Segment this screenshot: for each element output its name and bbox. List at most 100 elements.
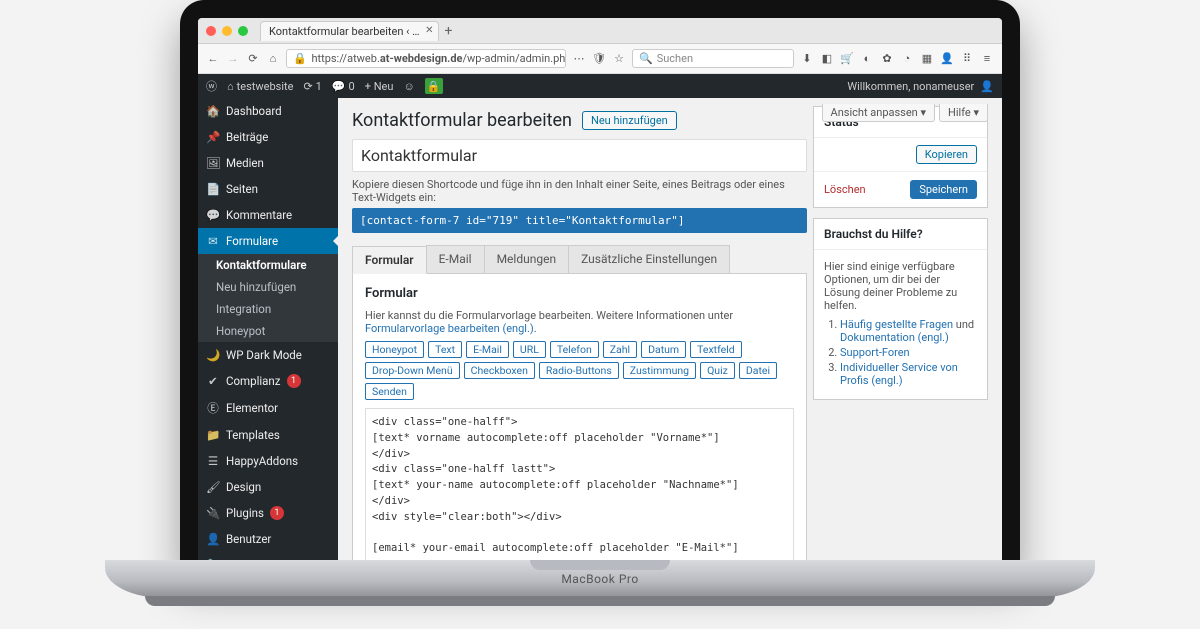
new-tab-button[interactable]: + [445,23,453,39]
site-link[interactable]: ⌂ testwebsite [227,80,293,93]
close-tab-icon[interactable]: ✕ [425,25,433,36]
menu-icon: 🖌 [206,480,220,494]
sidebar-item-complianz[interactable]: ✔Complianz1 [198,368,338,394]
search-bar[interactable]: 🔍 Suchen [632,49,794,68]
window-close-dot[interactable] [206,26,216,36]
sidebar-item-elementor[interactable]: ⒺElementor [198,394,338,422]
search-icon: 🔍 [639,52,653,65]
ext-icon[interactable]: 👤 [940,52,954,65]
reload-icon[interactable]: ⟳ [246,52,260,65]
menu-icon: ✔ [206,374,220,388]
adminbar-icon[interactable]: ☺ [403,80,414,93]
wp-logo-icon[interactable]: ⓦ [206,78,217,94]
menu-icon: 💬 [206,208,220,222]
form-tag-button[interactable]: Checkboxen [464,362,535,379]
menu-icon: ☰ [206,454,220,468]
shortcode-field[interactable]: [contact-form-7 id="719" title="Kontaktf… [352,208,807,233]
forward-icon[interactable]: → [226,52,240,65]
add-new-button[interactable]: Neu hinzufügen [582,111,677,130]
form-tag-button[interactable]: Textfeld [690,341,742,358]
sidebar-item-label: Formulare [226,234,278,248]
home-icon[interactable]: ⌂ [266,52,280,65]
welcome-text[interactable]: Willkommen, nonameuser [847,80,974,93]
sidebar-item-templates[interactable]: 📁Templates [198,422,338,448]
security-badge-icon[interactable]: 🔒 [425,78,443,94]
sidebar-item-seiten[interactable]: 📄Seiten [198,176,338,202]
avatar-icon[interactable]: 👤 [980,80,994,93]
sidebar-item-label: Beiträge [226,130,268,144]
ext-icon[interactable]: ◧ [820,52,834,65]
sidebar-item-label: Complianz [226,374,281,388]
form-tag-button[interactable]: Zustimmung [623,362,696,379]
back-icon[interactable]: ← [206,52,220,65]
updates-link[interactable]: ⟳ 1 [303,80,321,93]
sidebar-item-happyaddons[interactable]: ☰HappyAddons [198,448,338,474]
support-link[interactable]: Support-Foren [840,346,910,359]
form-tag-button[interactable]: Drop-Down Menü [365,362,460,379]
ext-icon[interactable]: ◔ [900,52,914,65]
ext-icon[interactable]: ◐ [860,52,874,65]
sidebar-item-kommentare[interactable]: 💬Kommentare [198,202,338,228]
form-tag-button[interactable]: Quiz [700,362,735,379]
sidebar-item-label: Seiten [226,182,258,196]
address-bar[interactable]: 🔒 https://atweb.at-webdesign.de/wp-admin… [286,49,566,68]
ext-icon[interactable]: ⬇ [800,52,814,65]
sidebar-subitem[interactable]: Neu hinzufügen [198,276,338,298]
form-tag-button[interactable]: Honeypot [365,341,424,358]
form-tag-button[interactable]: Datei [739,362,777,379]
form-title-input[interactable] [352,139,807,172]
window-minimize-dot[interactable] [222,26,232,36]
faq-link[interactable]: Häufig gestellte Fragen [840,318,953,331]
ext-icon[interactable]: 🛒 [840,52,854,65]
sidebar-item-plugins[interactable]: 🔌Plugins1 [198,500,338,526]
form-tag-button[interactable]: Datum [641,341,686,358]
help-tab-button[interactable]: Hilfe ▾ [939,104,988,122]
sidebar-item-label: Dashboard [226,104,282,118]
sidebar-subitem[interactable]: Kontaktformulare [198,254,338,276]
tab-zus-tzliche-einstellungen[interactable]: Zusätzliche Einstellungen [568,245,730,273]
browser-tab[interactable]: Kontaktformular bearbeiten ‹ … ✕ [260,21,439,41]
form-tag-button[interactable]: Radio-Buttons [539,362,619,379]
new-link[interactable]: + Neu [365,80,394,93]
copy-button[interactable]: Kopieren [916,145,977,164]
ext-icon[interactable]: ✿ [880,52,894,65]
save-button[interactable]: Speichern [910,180,977,199]
comments-link[interactable]: 💬 0 [332,80,355,93]
sidebar-item-medien[interactable]: 🖼Medien [198,150,338,176]
sidebar-subitem[interactable]: Honeypot [198,320,338,342]
delete-link[interactable]: Löschen [824,183,866,196]
sidebar-item-dashboard[interactable]: 🏠Dashboard [198,98,338,124]
screen-options-button[interactable]: Ansicht anpassen ▾ [822,104,935,122]
sidebar-item-design[interactable]: 🖌Design [198,474,338,500]
form-tag-button[interactable]: Telefon [550,341,599,358]
form-tag-button[interactable]: Zahl [603,341,637,358]
menu-icon[interactable]: ≡ [980,52,994,65]
ext-icon[interactable]: ▦ [920,52,934,65]
pro-service-link[interactable]: Individueller Service von Profis (engl.) [840,361,958,387]
menu-icon: 📁 [206,428,220,442]
docs-link[interactable]: Dokumentation (engl.) [840,331,949,344]
shortcode-hint: Kopiere diesen Shortcode und füge ihn in… [352,178,807,204]
window-zoom-dot[interactable] [238,26,248,36]
doc-link[interactable]: Formularvorlage bearbeiten (engl.) [365,322,534,335]
form-tag-button[interactable]: E-Mail [466,341,509,358]
sidebar-item-wp-dark-mode[interactable]: 🌙WP Dark Mode [198,342,338,368]
sidebar-item-beitr-ge[interactable]: 📌Beiträge [198,124,338,150]
form-editor-panel: Formular Hier kannst du die Formularvorl… [352,274,807,570]
form-tag-button[interactable]: URL [513,341,546,358]
menu-icon: 🌙 [206,348,220,362]
tab-formular[interactable]: Formular [352,246,427,274]
star-icon[interactable]: ☆ [612,52,626,65]
tab-title: Kontaktformular bearbeiten ‹ … [269,25,420,38]
sidebar-item-formulare[interactable]: ✉Formulare [198,228,338,254]
form-tag-button[interactable]: Text [428,341,462,358]
form-tag-button[interactable]: Senden [365,383,414,400]
ext-icon[interactable]: ⠿ [960,52,974,65]
tab-e-mail[interactable]: E-Mail [426,245,485,273]
sidebar-subitem[interactable]: Integration [198,298,338,320]
menu-icon: 👤 [206,532,220,546]
sidebar-item-benutzer[interactable]: 👤Benutzer [198,526,338,552]
shield-icon[interactable]: 🛡 [592,52,606,65]
tab-meldungen[interactable]: Meldungen [484,245,570,273]
form-template-textarea[interactable]: <div class="one-halff"> [text* vorname a… [365,408,794,570]
